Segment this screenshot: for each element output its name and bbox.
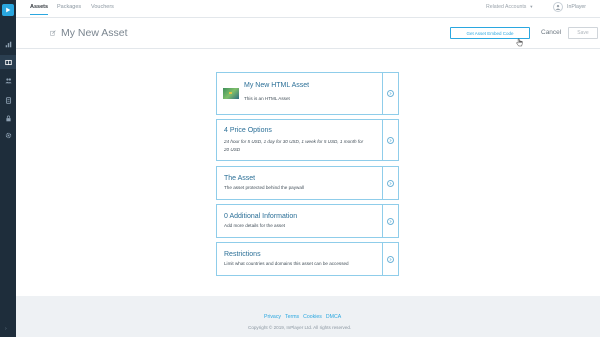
lock-icon[interactable] — [0, 111, 16, 125]
top-nav: Assets Packages Vouchers Related Account… — [16, 0, 600, 18]
card-title: My New HTML Asset — [244, 82, 310, 89]
account-menu[interactable]: InPlayer — [553, 2, 586, 12]
card-description: 24 hour for 5 USD, 1 day for 30 USD, 1 w… — [224, 139, 364, 152]
chevron-right-icon — [387, 255, 394, 263]
save-button[interactable]: Save — [568, 27, 598, 39]
card-title: The Asset — [224, 175, 256, 182]
footer-link-privacy[interactable]: Privacy — [264, 314, 281, 320]
card-title: 0 Additional Information — [224, 213, 298, 220]
cancel-button[interactable]: Cancel — [541, 29, 561, 36]
footer-links: Privacy Terms Cookies DMCA — [264, 314, 341, 320]
card-additional-information[interactable]: 0 Additional Information Add more detail… — [216, 204, 399, 238]
settings-icon[interactable] — [0, 128, 16, 142]
account-name: InPlayer — [567, 4, 587, 10]
card-price-options[interactable]: 4 Price Options 24 hour for 5 USD, 1 day… — [216, 119, 399, 161]
footer: Privacy Terms Cookies DMCA Copyright © 2… — [16, 296, 600, 337]
card-description: This is an HTML Asset — [244, 96, 290, 101]
card-description: The asset protected behind the paywall — [224, 185, 304, 190]
chevron-right-icon — [387, 136, 394, 144]
payments-icon[interactable] — [0, 93, 16, 107]
user-avatar-icon — [553, 2, 563, 12]
card-expand-button[interactable] — [382, 243, 398, 275]
chevron-right-icon — [387, 90, 394, 97]
page-header: My New Asset Get Asset Embed Code Cancel… — [16, 18, 600, 49]
card-expand-button[interactable] — [382, 205, 398, 237]
play-logo-icon[interactable] — [2, 4, 14, 16]
tab-assets[interactable]: Assets — [30, 4, 49, 15]
assets-icon[interactable] — [0, 55, 16, 69]
sidebar: › — [0, 0, 16, 337]
card-expand-button[interactable] — [382, 120, 398, 160]
page-title[interactable]: My New Asset — [61, 27, 128, 39]
edit-icon[interactable] — [50, 30, 56, 36]
card-description: Limit what countries and domains this as… — [224, 261, 349, 266]
chevron-right-icon — [387, 217, 394, 225]
tab-vouchers[interactable]: Vouchers — [91, 4, 114, 14]
card-the-asset[interactable]: The Asset The asset protected behind the… — [216, 166, 399, 200]
card-expand-button[interactable] — [382, 73, 398, 114]
chevron-down-icon: ▼ — [529, 4, 534, 9]
card-expand-button[interactable] — [382, 167, 398, 199]
footer-link-cookies[interactable]: Cookies — [303, 314, 322, 320]
card-title: Restrictions — [224, 251, 261, 258]
card-description: Add more details for the asset — [224, 223, 286, 228]
asset-thumbnail — [223, 88, 239, 99]
hand-cursor-icon — [516, 38, 523, 47]
footer-link-dmca[interactable]: DMCA — [326, 314, 341, 320]
card-restrictions[interactable]: Restrictions Limit what countries and do… — [216, 242, 399, 276]
tab-packages[interactable]: Packages — [57, 4, 81, 14]
card-asset-details[interactable]: My New HTML Asset This is an HTML Asset — [216, 72, 399, 115]
copyright-text: Copyright © 2019, InPlayer Ltd. All righ… — [248, 325, 352, 330]
audience-icon[interactable] — [0, 73, 16, 87]
related-accounts-label: Related Accounts — [486, 4, 527, 10]
footer-link-terms[interactable]: Terms — [285, 314, 299, 320]
collapse-sidebar-toggle[interactable]: › — [5, 326, 7, 332]
related-accounts-dropdown[interactable]: Related Accounts ▼ — [486, 4, 533, 10]
chevron-right-icon — [387, 179, 394, 187]
card-title: 4 Price Options — [224, 127, 272, 134]
analytics-icon[interactable] — [0, 37, 16, 51]
